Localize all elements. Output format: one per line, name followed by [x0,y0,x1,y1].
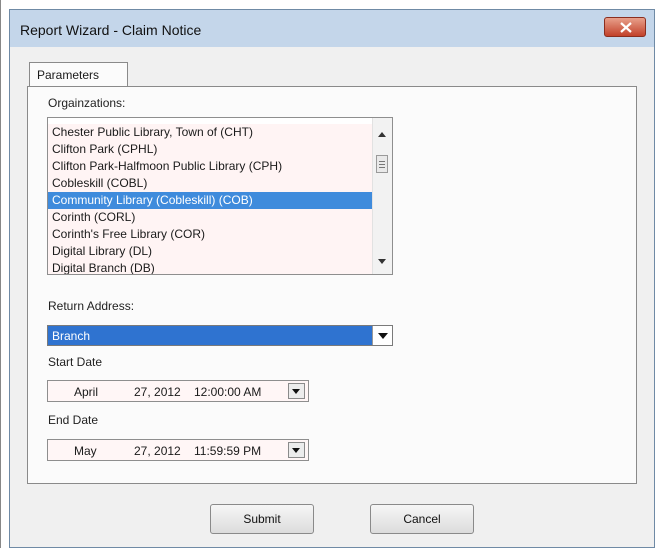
organizations-label: Orgainzations: [48,96,126,110]
window-title: Report Wizard - Claim Notice [20,22,202,38]
close-icon [620,22,632,33]
scroll-up-arrow-icon[interactable] [378,132,386,137]
end-date-label: End Date [48,413,99,427]
list-item[interactable]: Clifton Park (CPHL) [48,141,372,158]
start-date-dropdown-icon[interactable] [288,383,305,399]
start-date-time[interactable]: 12:00:00 AM [194,385,261,399]
list-scrollbar[interactable] [372,118,392,274]
list-item[interactable]: Digital Branch (DB) [48,260,372,274]
list-item[interactable]: Corinth (CORL) [48,209,372,226]
report-wizard-window: Report Wizard - Claim Notice Parameters … [9,9,655,548]
list-item[interactable]: Community Library (Cobleskill) (COB) [48,192,372,209]
cancel-button[interactable]: Cancel [370,504,474,534]
submit-button[interactable]: Submit [210,504,314,534]
organizations-list: Chester Public Library, Town of (CHT) Cli… [48,124,372,274]
list-item[interactable]: Corinth's Free Library (COR) [48,226,372,243]
left-edge-line [0,0,1,548]
list-item[interactable]: Clifton Park-Halfmoon Public Library (CP… [48,158,372,175]
list-item[interactable]: Digital Library (DL) [48,243,372,260]
title-bar[interactable]: Report Wizard - Claim Notice [10,10,654,47]
list-item[interactable]: Cobleskill (COBL) [48,175,372,192]
return-address-label: Return Address: [48,299,135,313]
scroll-thumb[interactable] [376,155,388,173]
end-date-day-year[interactable]: 27, 2012 [134,444,181,458]
end-date-time[interactable]: 11:59:59 PM [194,444,261,458]
organizations-listbox[interactable]: Chester Public Library, Town of (CHT) Cli… [47,117,393,275]
start-date-picker[interactable]: April 27, 2012 12:00:00 AM [47,380,309,402]
return-address-dropdown-arrow-icon[interactable] [372,326,392,345]
end-date-picker[interactable]: May 27, 2012 11:59:59 PM [47,439,309,461]
tab-parameters[interactable]: Parameters [29,62,128,87]
parameters-panel: Orgainzations: Chester Public Library, T… [27,86,637,484]
close-button[interactable] [604,17,646,37]
return-address-select[interactable]: Branch [47,325,393,346]
return-address-value: Branch [52,329,91,343]
start-date-day-year[interactable]: 27, 2012 [134,385,181,399]
start-date-month[interactable]: April [74,385,98,399]
scroll-down-arrow-icon[interactable] [378,259,386,264]
tab-parameters-label: Parameters [37,68,100,82]
start-date-label: Start Date [48,355,103,369]
end-date-month[interactable]: May [74,444,97,458]
list-item[interactable]: Chester Public Library, Town of (CHT) [48,124,372,141]
end-date-dropdown-icon[interactable] [288,442,305,458]
